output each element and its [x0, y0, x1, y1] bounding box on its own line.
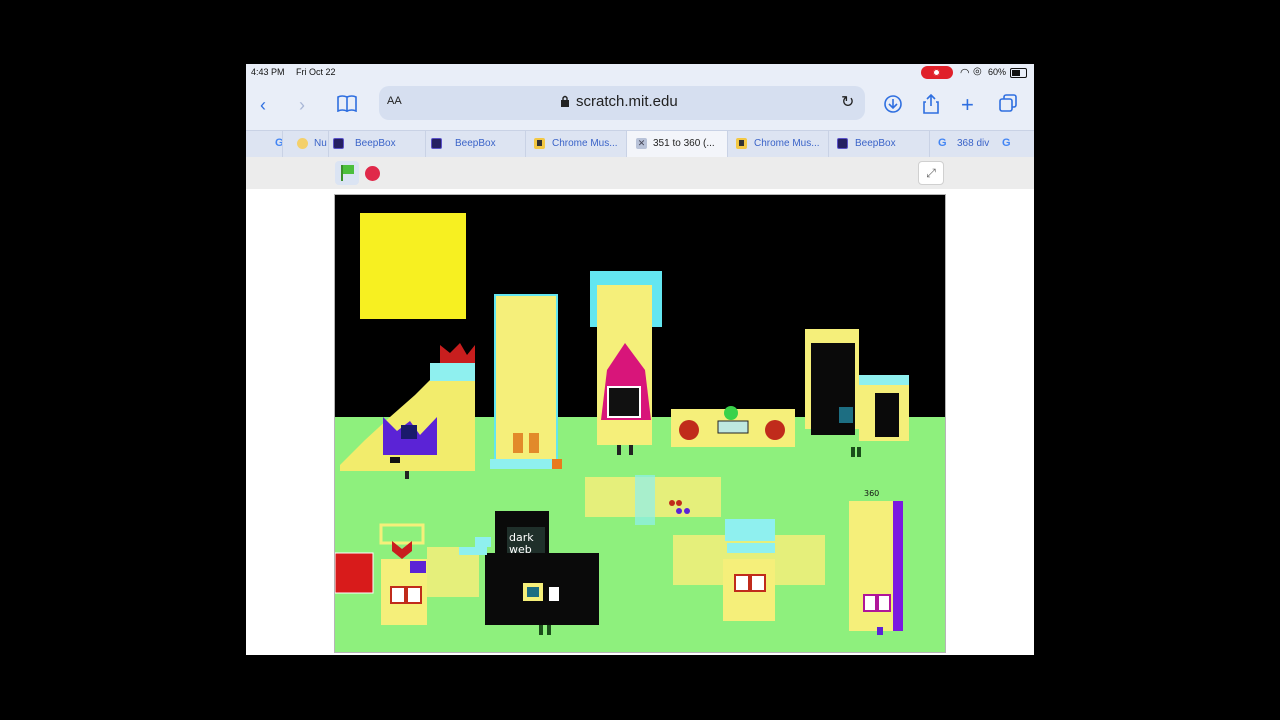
- battery-percent: 60%: [988, 67, 1007, 77]
- tab-3[interactable]: BeepBox: [426, 131, 526, 157]
- chrome-music-icon: [736, 138, 747, 149]
- wide-character: [671, 406, 795, 447]
- tab-google-partial[interactable]: G: [246, 131, 283, 157]
- yellow-square: [360, 213, 466, 319]
- text-size-button[interactable]: AA: [387, 95, 402, 107]
- exit-fullscreen-button[interactable]: ⤢: [918, 161, 944, 185]
- tall-block-character: [490, 294, 562, 469]
- green-flag-icon: [343, 165, 354, 174]
- close-icon[interactable]: ✕: [636, 138, 647, 149]
- stop-button[interactable]: [365, 166, 380, 181]
- misc-icon: [297, 138, 308, 149]
- forward-icon[interactable]: ›: [299, 94, 305, 116]
- status-date: Fri Oct 22: [296, 67, 336, 77]
- tab-label: Nu: [314, 138, 327, 149]
- back-icon[interactable]: ‹: [260, 94, 266, 116]
- tab-label: Chrome Mus...: [754, 138, 820, 149]
- download-icon[interactable]: [883, 94, 903, 119]
- status-bar: 4:43 PM Fri Oct 22 ◠ ◎ 60%: [246, 64, 1034, 82]
- tab-1[interactable]: Nu: [283, 131, 329, 157]
- wifi-icon: ◠: [960, 67, 970, 79]
- tab-7[interactable]: BeepBox: [829, 131, 930, 157]
- tab-2[interactable]: BeepBox: [329, 131, 426, 157]
- tab-label: Chrome Mus...: [552, 138, 618, 149]
- beepbox-icon: [333, 138, 344, 149]
- share-icon[interactable]: [922, 93, 940, 119]
- status-time: 4:43 PM: [251, 67, 285, 77]
- number-label: 360: [864, 489, 879, 498]
- reload-icon[interactable]: ↻: [841, 92, 854, 112]
- tab-bar: G Nu BeepBox BeepBox Chrome Mus... ✕ 351…: [246, 130, 1034, 158]
- tab-8[interactable]: G 368 div G: [930, 131, 1034, 157]
- google-icon: G: [275, 137, 283, 149]
- ipad-screen: 4:43 PM Fri Oct 22 ◠ ◎ 60% ‹ › AA scratc…: [246, 64, 1034, 655]
- browser-toolbar: ‹ › AA scratch.mit.edu ↻ +: [246, 82, 1034, 130]
- scratch-controls: ⤢: [246, 157, 1034, 189]
- tab-4[interactable]: Chrome Mus...: [526, 131, 627, 157]
- beepbox-icon: [837, 138, 848, 149]
- google-icon: G: [938, 137, 947, 149]
- tab-6[interactable]: Chrome Mus...: [728, 131, 829, 157]
- scratch-stage[interactable]: dark web 360: [334, 194, 946, 653]
- new-tab-icon[interactable]: +: [961, 94, 974, 116]
- tower-character: [590, 271, 662, 455]
- screen-recording-icon[interactable]: [921, 66, 953, 79]
- address-bar[interactable]: AA scratch.mit.edu ↻: [379, 86, 865, 120]
- tab-label: 351 to 360 (...: [653, 138, 715, 149]
- tabs-overview-icon[interactable]: [999, 94, 1017, 117]
- chrome-music-icon: [534, 138, 545, 149]
- bookmarks-icon[interactable]: [337, 94, 357, 117]
- url-text: scratch.mit.edu: [576, 93, 678, 110]
- tab-label: 368 div: [957, 138, 990, 149]
- tab-label: BeepBox: [355, 138, 396, 149]
- location-icon: ◎: [973, 66, 982, 77]
- battery-icon: [1010, 68, 1027, 78]
- stage-canvas: dark web 360: [335, 213, 945, 652]
- tab-label: BeepBox: [855, 138, 896, 149]
- tab-label: BeepBox: [455, 138, 496, 149]
- beepbox-icon: [431, 138, 442, 149]
- tab-active[interactable]: ✕ 351 to 360 (...: [627, 131, 728, 157]
- three-sixty-character: 360: [849, 489, 903, 635]
- google-icon: G: [1002, 137, 1011, 149]
- staircase-character: [335, 343, 475, 479]
- lock-icon: [560, 95, 570, 110]
- green-flag-button[interactable]: [335, 161, 359, 185]
